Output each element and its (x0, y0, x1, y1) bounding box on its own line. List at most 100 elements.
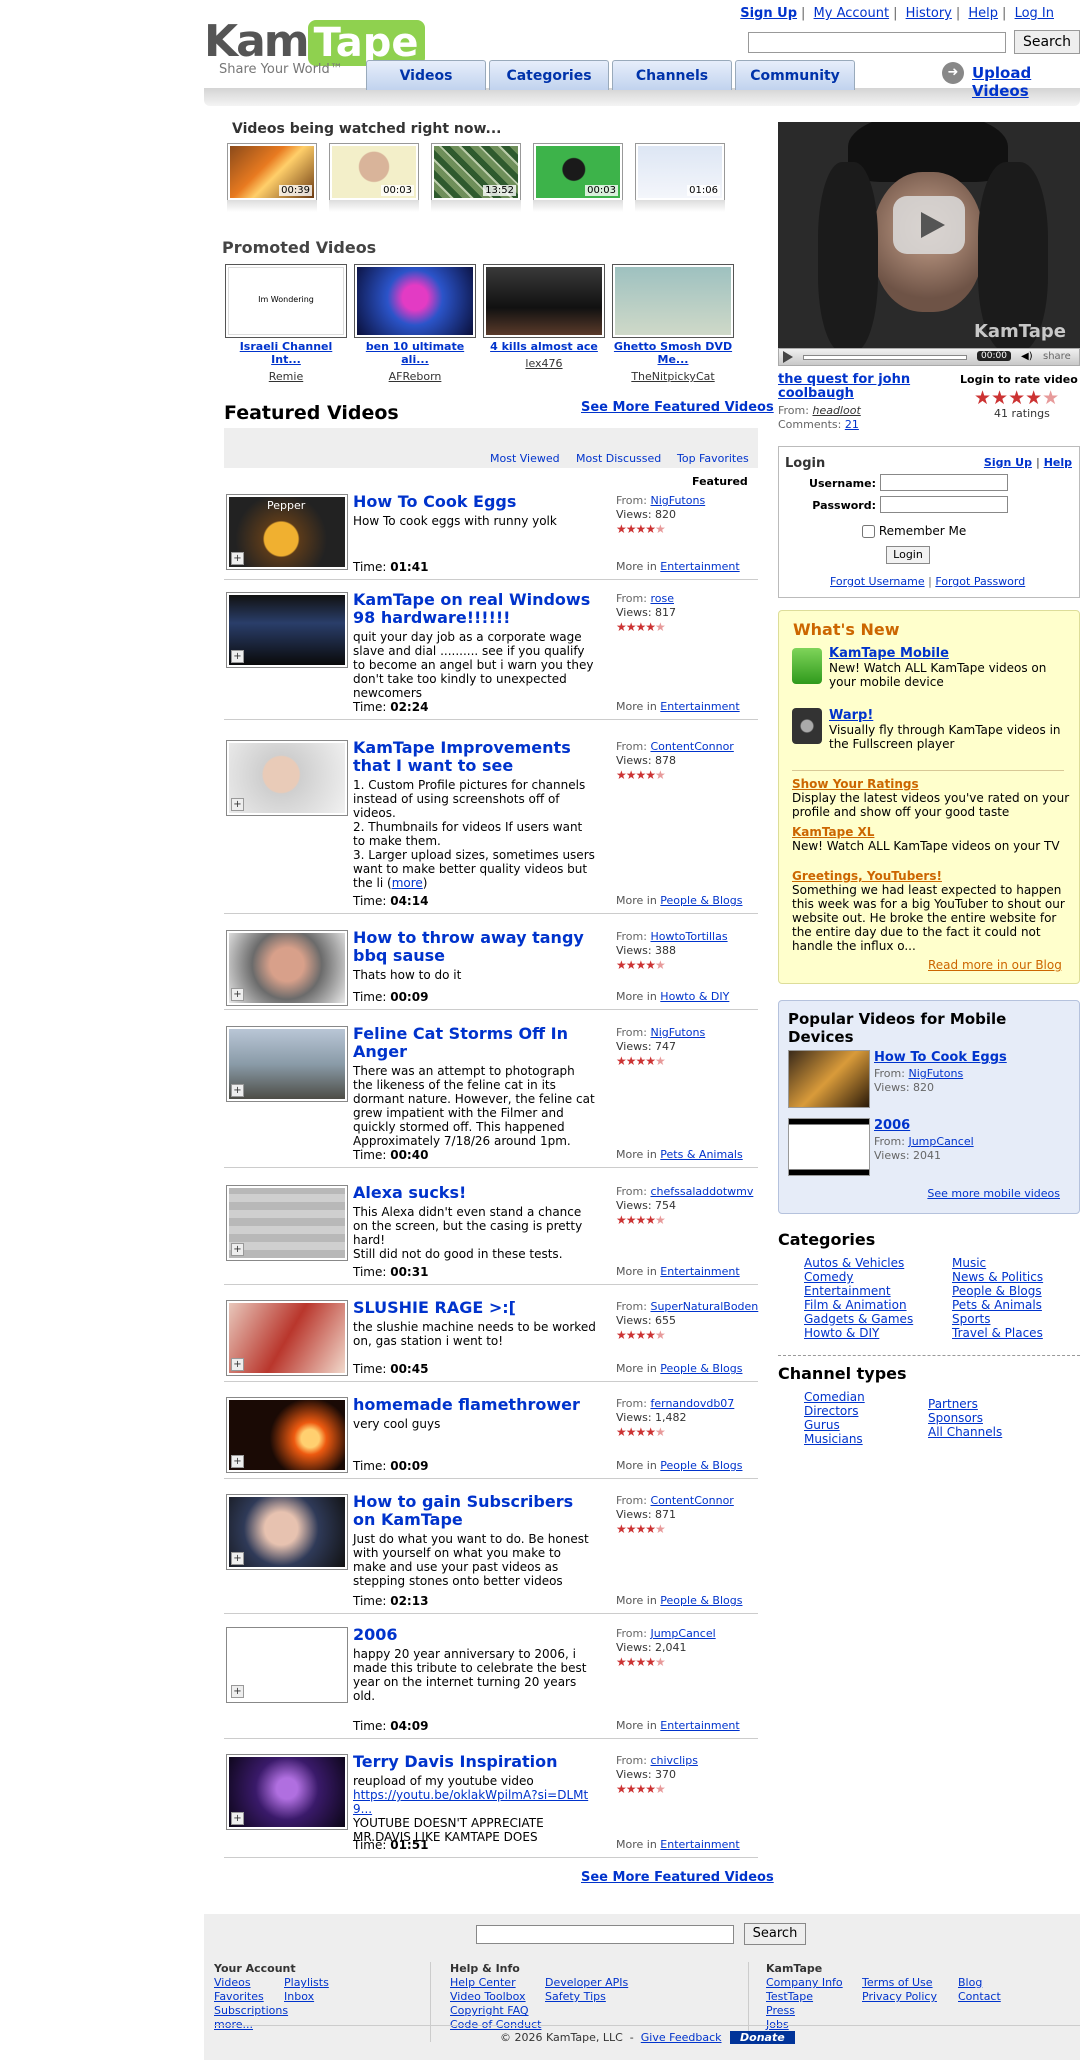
signup-link[interactable]: Sign Up (740, 6, 797, 21)
show-ratings-link[interactable]: Show Your Ratings (792, 777, 919, 791)
most-discussed-link[interactable]: Most Discussed (576, 452, 661, 465)
channel-type-link[interactable]: Musicians (804, 1432, 865, 1446)
promoted-title-link[interactable]: Israeli Channel Int... (225, 340, 347, 366)
mobile-thumb[interactable] (788, 1118, 870, 1176)
category-link[interactable]: Entertainment (660, 1719, 739, 1732)
add-to-quicklist-icon[interactable]: + (231, 1685, 244, 1698)
category-link[interactable]: Gadgets & Games (804, 1312, 913, 1326)
footer-link[interactable]: Company Info (766, 1976, 843, 1990)
footer-link[interactable]: Privacy Policy (862, 1990, 937, 2004)
featured-video-title[interactable]: KamTape on real Windows 98 hardware!!!!!… (353, 591, 597, 627)
read-blog-link[interactable]: Read more in our Blog (928, 958, 1062, 972)
footer-search-input[interactable] (476, 1925, 734, 1944)
add-to-quicklist-icon[interactable]: + (231, 650, 244, 663)
donate-button[interactable]: Donate (730, 2031, 795, 2044)
tab-community[interactable]: Community (735, 60, 855, 90)
share-button[interactable]: share (1043, 351, 1071, 362)
footer-link[interactable]: Press (766, 2004, 843, 2018)
category-link[interactable]: Howto & DIY (804, 1326, 913, 1340)
category-link[interactable]: Howto & DIY (660, 990, 729, 1003)
category-link[interactable]: Entertainment (660, 1838, 739, 1851)
footer-link[interactable]: Playlists (284, 1976, 329, 1990)
mobile-video-author[interactable]: NigFutons (908, 1067, 963, 1080)
featured-thumb[interactable]: + (226, 1397, 348, 1473)
featured-video-title[interactable]: Feline Cat Storms Off In Anger (353, 1025, 597, 1061)
category-link[interactable]: People & Blogs (660, 894, 742, 907)
promoted-title-link[interactable]: Ghetto Smosh DVD Me... (612, 340, 734, 366)
category-link[interactable]: Film & Animation (804, 1298, 913, 1312)
upload-videos-link[interactable]: Upload Videos (972, 64, 1080, 100)
promoted-title-link[interactable]: ben 10 ultimate ali... (354, 340, 476, 366)
author-link[interactable]: rose (650, 592, 674, 605)
promoted-thumb[interactable]: Im Wondering (225, 264, 347, 338)
category-link[interactable]: Travel & Places (952, 1326, 1043, 1340)
current-video-author[interactable]: headloot (812, 404, 860, 417)
footer-search-button[interactable]: Search (744, 1923, 806, 1945)
player-controls[interactable]: 00:00 ◀) share (778, 348, 1080, 366)
seek-bar[interactable] (803, 355, 967, 360)
category-link[interactable]: Entertainment (660, 560, 739, 573)
featured-thumb[interactable]: + (226, 1494, 348, 1570)
featured-video-title[interactable]: How to gain Subscribers on KamTape (353, 1493, 597, 1529)
category-link[interactable]: Sports (952, 1312, 1043, 1326)
featured-video-title[interactable]: KamTape Improvements that I want to see (353, 739, 597, 775)
author-link[interactable]: JumpCancel (650, 1627, 715, 1640)
author-link[interactable]: chivclips (650, 1754, 697, 1767)
add-to-quicklist-icon[interactable]: + (231, 552, 244, 565)
featured-video-title[interactable]: homemade flamethrower (353, 1396, 597, 1414)
featured-thumb[interactable]: + (226, 1754, 348, 1830)
category-link[interactable]: Comedy (804, 1270, 913, 1284)
add-to-quicklist-icon[interactable]: + (231, 798, 244, 811)
see-more-mobile-link[interactable]: See more mobile videos (927, 1187, 1060, 1200)
watching-thumb[interactable]: 00:03 (329, 143, 419, 201)
featured-thumb[interactable]: + (226, 930, 348, 1006)
add-to-quicklist-icon[interactable]: + (231, 1812, 244, 1825)
more-link[interactable]: more (392, 876, 423, 890)
search-input[interactable] (748, 32, 1006, 53)
login-button[interactable]: Login (886, 546, 930, 564)
featured-thumb[interactable]: + (226, 1627, 348, 1703)
promoted-author[interactable]: TheNitpickyCat (612, 370, 734, 383)
featured-video-title[interactable]: How to throw away tangy bbq sause (353, 929, 597, 965)
add-to-quicklist-icon[interactable]: + (231, 1552, 244, 1565)
featured-video-title[interactable]: Terry Davis Inspiration (353, 1753, 597, 1771)
category-link[interactable]: People & Blogs (952, 1284, 1043, 1298)
volume-icon[interactable]: ◀) (1021, 351, 1033, 362)
add-to-quicklist-icon[interactable]: + (231, 1084, 244, 1097)
footer-link[interactable]: Terms of Use (862, 1976, 937, 1990)
featured-video-title[interactable]: Alexa sucks! (353, 1184, 597, 1202)
footer-link[interactable]: Developer APIs (545, 1976, 628, 1990)
promoted-title-link[interactable]: 4 kills almost ace (483, 340, 605, 353)
featured-thumb[interactable]: Pepper + (226, 494, 348, 570)
author-link[interactable]: HowtoTortillas (650, 930, 727, 943)
channel-type-link[interactable]: Sponsors (928, 1411, 1002, 1425)
channel-type-link[interactable]: Gurus (804, 1418, 865, 1432)
author-link[interactable]: SuperNaturalBoden (650, 1300, 758, 1313)
see-more-featured-bottom-link[interactable]: See More Featured Videos (581, 1870, 774, 1885)
featured-thumb[interactable]: + (226, 1300, 348, 1376)
login-signup-link[interactable]: Sign Up (984, 456, 1032, 469)
greetings-link[interactable]: Greetings, YouTubers! (792, 869, 942, 883)
see-more-featured-link[interactable]: See More Featured Videos (581, 400, 774, 415)
author-link[interactable]: ContentConnor (650, 1494, 733, 1507)
remember-me[interactable]: Remember Me (862, 524, 966, 538)
category-link[interactable]: People & Blogs (660, 1594, 742, 1607)
featured-video-title[interactable]: SLUSHIE RAGE >:[ (353, 1299, 597, 1317)
author-link[interactable]: ContentConnor (650, 740, 733, 753)
footer-link[interactable]: Safety Tips (545, 1990, 628, 2004)
password-input[interactable] (880, 496, 1008, 513)
featured-video-title[interactable]: How To Cook Eggs (353, 493, 597, 511)
author-link[interactable]: NigFutons (650, 1026, 705, 1039)
tab-videos[interactable]: Videos (366, 60, 486, 90)
add-to-quicklist-icon[interactable]: + (231, 1455, 244, 1468)
add-to-quicklist-icon[interactable]: + (231, 1243, 244, 1256)
username-input[interactable] (880, 474, 1008, 491)
featured-thumb[interactable]: + (226, 740, 348, 816)
search-button[interactable]: Search (1014, 30, 1080, 54)
category-link[interactable]: People & Blogs (660, 1459, 742, 1472)
add-to-quicklist-icon[interactable]: + (231, 1358, 244, 1371)
comments-count-link[interactable]: 21 (845, 418, 859, 431)
login-help-link[interactable]: Help (1044, 456, 1072, 469)
my-account-link[interactable]: My Account (814, 6, 890, 21)
category-link[interactable]: Music (952, 1256, 1043, 1270)
